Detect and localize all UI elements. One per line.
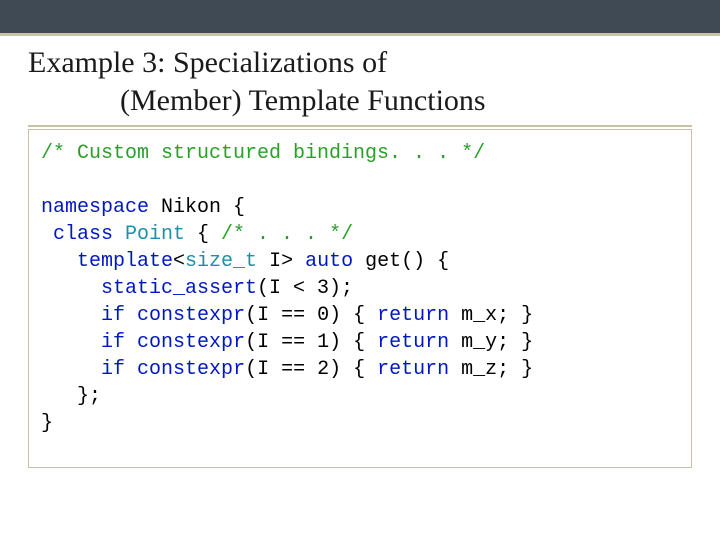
class-tail: { [185, 223, 221, 246]
kw-return-1: return [377, 331, 449, 354]
close-ns: } [41, 412, 53, 435]
indent-if1 [41, 331, 101, 354]
code-block: /* Custom structured bindings. . . */ na… [28, 129, 692, 468]
mz: m_z; } [449, 358, 533, 381]
type-point: Point [113, 223, 185, 246]
inner-comment: /* . . . */ [221, 223, 353, 246]
code-comment-top: /* Custom structured bindings. . . */ [41, 142, 485, 165]
kw-static-assert: static_assert [101, 277, 257, 300]
indent-tpl [41, 250, 77, 273]
tpl-open: < [173, 250, 185, 273]
sa-tail: (I < 3); [257, 277, 353, 300]
slide-body: Example 3: Specializations of (Member) T… [0, 36, 720, 468]
kw-return-0: return [377, 304, 449, 327]
my: m_y; } [449, 331, 533, 354]
kw-namespace: namespace [41, 196, 149, 219]
kw-if-0: if [101, 304, 125, 327]
kw-return-2: return [377, 358, 449, 381]
kw-class: class [41, 223, 113, 246]
kw-if-1: if [101, 331, 125, 354]
eq0: (I == 0) { [245, 304, 377, 327]
kw-template: template [77, 250, 173, 273]
kw-auto: auto [305, 250, 353, 273]
slide-title: Example 3: Specializations of (Member) T… [28, 44, 692, 119]
eq1: (I == 1) { [245, 331, 377, 354]
tpl-rest: I> [257, 250, 305, 273]
ns-name: Nikon { [149, 196, 245, 219]
kw-constexpr-2: constexpr [137, 358, 245, 381]
kw-constexpr-0: constexpr [137, 304, 245, 327]
close-inner: }; [41, 385, 101, 408]
kw-constexpr-1: constexpr [137, 331, 245, 354]
indent-if0 [41, 304, 101, 327]
title-line-2: (Member) Template Functions [28, 84, 486, 117]
indent-if2 [41, 358, 101, 381]
kw-if-2: if [101, 358, 125, 381]
mx: m_x; } [449, 304, 533, 327]
slide-top-bar [0, 0, 720, 36]
eq2: (I == 2) { [245, 358, 377, 381]
title-underline [28, 125, 692, 127]
get-call: get() { [353, 250, 449, 273]
indent-sa [41, 277, 101, 300]
type-size_t: size_t [185, 250, 257, 273]
title-line-1: Example 3: Specializations of [28, 46, 387, 79]
